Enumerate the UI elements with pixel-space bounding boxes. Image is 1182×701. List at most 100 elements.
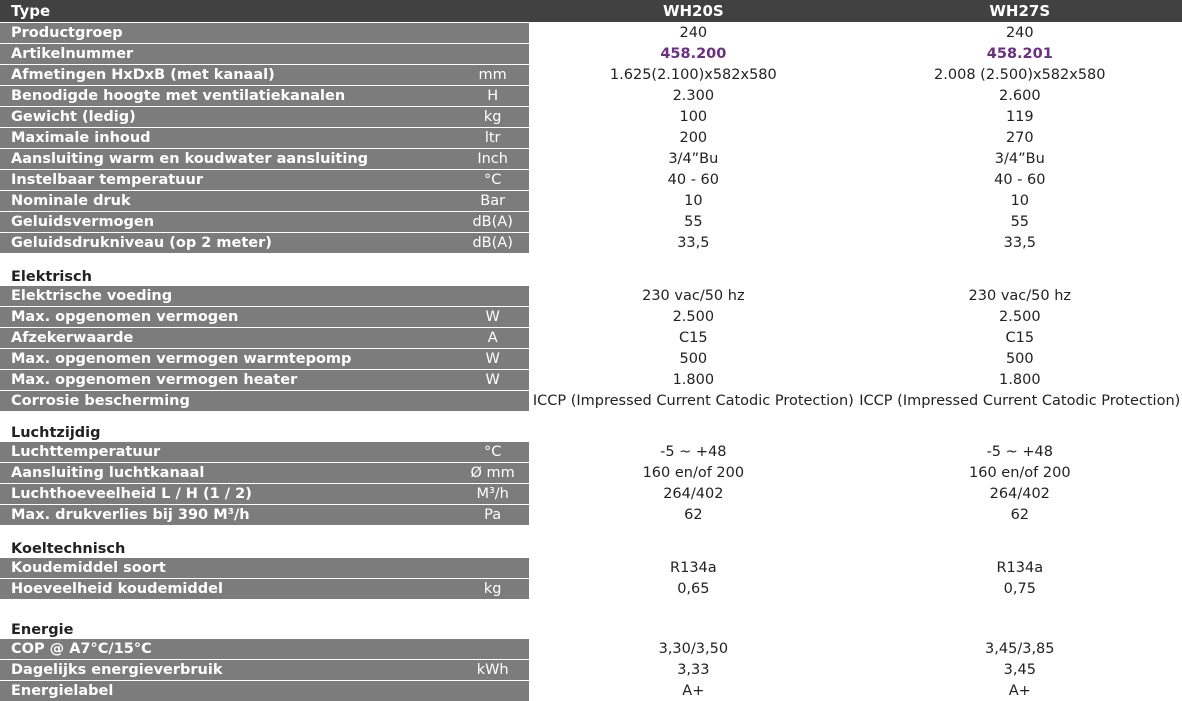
row-label: Corrosie bescherming [0,391,457,411]
row-value-wh27s: 2.008 (2.500)x582x580 [857,65,1182,85]
article-number-wh20s: 458.200 [531,44,856,64]
table-row: Aansluiting luchtkanaal Ø mm 160 en/of 200… [0,462,1182,483]
row-label: COP @ A7°C/15°C [0,639,457,659]
row-label: Luchthoeveelheid L / H (1 / 2) [0,484,457,504]
table-row: Nominale druk Bar 10 10 [0,190,1182,211]
row-label: Afmetingen HxDxB (met kanaal) [0,65,457,85]
row-value-wh20s: 1.800 [531,370,856,390]
table-row: Afmetingen HxDxB (met kanaal) mm 1.625(2.1… [0,64,1182,85]
table-row: Instelbaar temperatuur °C 40 - 60 40 - 60 [0,169,1182,190]
row-value-wh27s: 33,5 [857,233,1182,253]
row-unit: Inch [456,149,530,169]
table-row: Productgroep 240 240 [0,23,1182,43]
row-unit: kg [456,107,530,127]
row-unit [456,44,530,64]
row-value-wh20s: 100 [531,107,856,127]
elektrisch-block: Elektrische voeding 230 vac/50 hz 230 vac/… [0,286,1182,411]
table-row: Max. opgenomen vermogen warmtepomp W 500 50… [0,348,1182,369]
row-label: Nominale druk [0,191,457,211]
row-value-wh27s: 3,45 [857,660,1182,680]
row-label: Max. opgenomen vermogen heater [0,370,457,390]
row-unit: W [456,370,530,390]
row-value-wh27s: 62 [857,505,1182,525]
row-label: Hoeveelheid koudemiddel [0,579,457,599]
row-value-wh20s: 3/4”Bu [531,149,856,169]
spec-sheet: Type WH20S WH27S Productgroep 240 240 Arti… [0,0,1182,701]
table-row: Corrosie bescherming ICCP (Impressed Curr… [0,390,1182,411]
row-unit [456,286,530,306]
row-unit: Pa [456,505,530,525]
row-label: Gewicht (ledig) [0,107,457,127]
row-value-wh20s: 10 [531,191,856,211]
row-value-wh20s: 2.500 [531,307,856,327]
row-unit [456,681,530,701]
table-row: Afzekerwaarde A C15 C15 [0,327,1182,348]
row-value-wh27s: 270 [857,128,1182,148]
row-value-wh27s: C15 [857,328,1182,348]
row-label: Luchttemperatuur [0,442,457,462]
table-row: Max. opgenomen vermogen W 2.500 2.500 [0,306,1182,327]
row-unit [456,558,530,578]
row-value-wh20s: 55 [531,212,856,232]
row-label: Max. drukverlies bij 390 M³/h [0,505,457,525]
row-unit: Ø mm [456,463,530,483]
row-label: Energielabel [0,681,457,701]
row-value-wh27s: 1.800 [857,370,1182,390]
header-type-label: Type [0,2,457,20]
row-label: Instelbaar temperatuur [0,170,457,190]
row-value-wh27s: R134a [857,558,1182,578]
row-label: Productgroep [0,23,457,43]
article-number-wh27s: 458.201 [857,44,1182,64]
row-label: Geluidsvermogen [0,212,457,232]
row-value-wh20s: 3,33 [531,660,856,680]
row-unit: dB(A) [456,233,530,253]
row-label: Benodigde hoogte met ventilatiekanalen [0,86,457,106]
luchtzijdig-block: Luchttemperatuur °C -5 ~ +48 -5 ~ +48 Aansl… [0,442,1182,525]
row-unit: dB(A) [456,212,530,232]
table-row: Dagelijks energieverbruik kWh 3,33 3,45 [0,659,1182,680]
row-unit: ltr [456,128,530,148]
row-unit: W [456,349,530,369]
table-row: Max. opgenomen vermogen heater W 1.800 1.80… [0,369,1182,390]
energy-label-wh27s: A+ [857,681,1182,701]
table-row: Maximale inhoud ltr 200 270 [0,127,1182,148]
row-label: Elektrische voeding [0,286,457,306]
row-value-wh27s: 119 [857,107,1182,127]
table-row: Luchttemperatuur °C -5 ~ +48 -5 ~ +48 [0,442,1182,462]
row-value-wh20s: 40 - 60 [531,170,856,190]
row-label: Max. opgenomen vermogen warmtepomp [0,349,457,369]
row-label: Dagelijks energieverbruik [0,660,457,680]
row-unit: mm [456,65,530,85]
row-unit: kWh [456,660,530,680]
row-unit [456,391,530,411]
row-value-wh27s: 3/4”Bu [857,149,1182,169]
section-title-elektrisch: Elektrisch [11,269,92,285]
general-block: Productgroep 240 240 Artikelnummer 458.200 4… [0,22,1182,253]
row-value-wh20s: 230 vac/50 hz [531,286,856,306]
row-unit [456,639,530,659]
row-value-wh27s: ICCP (Impressed Current Catodic Protecti… [857,391,1182,411]
row-value-wh27s: 2.500 [857,307,1182,327]
row-value-wh20s: 200 [531,128,856,148]
row-value-wh20s: 1.625(2.100)x582x580 [531,65,856,85]
table-row: Hoeveelheid koudemiddel kg 0,65 0,75 [0,578,1182,599]
table-row: Artikelnummer 458.200 458.201 [0,43,1182,64]
row-unit: H [456,86,530,106]
row-label: Geluidsdrukniveau (op 2 meter) [0,233,457,253]
row-label: Max. opgenomen vermogen [0,307,457,327]
row-value-wh20s: ICCP (Impressed Current Catodic Protecti… [531,391,856,411]
row-value-wh20s: 0,65 [531,579,856,599]
row-value-wh20s: C15 [531,328,856,348]
row-value-wh20s: 160 en/of 200 [531,463,856,483]
row-value-wh27s: 3,45/3,85 [857,639,1182,659]
row-unit: °C [456,170,530,190]
row-label: Afzekerwaarde [0,328,457,348]
row-value-wh27s: 230 vac/50 hz [857,286,1182,306]
row-value-wh20s: -5 ~ +48 [531,442,856,462]
row-value-wh27s: 160 en/of 200 [857,463,1182,483]
row-value-wh20s: 240 [531,23,856,43]
table-row: Geluidsvermogen dB(A) 55 55 [0,211,1182,232]
table-row: COP @ A7°C/15°C 3,30/3,50 3,45/3,85 [0,639,1182,659]
section-title-energie: Energie [11,622,74,638]
row-unit: °C [456,442,530,462]
